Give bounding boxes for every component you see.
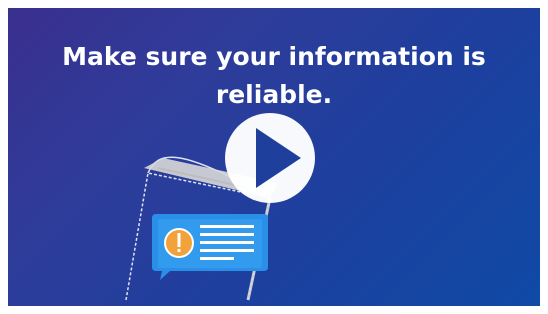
play-icon[interactable]: [225, 113, 315, 203]
video-illustration: [125, 113, 315, 301]
screenshot-frame: Make sure your information is reliable.: [0, 0, 548, 314]
info-icon: [164, 228, 194, 258]
video-thumbnail[interactable]: Make sure your information is reliable.: [8, 8, 540, 306]
message-bubble-icon: [152, 214, 268, 280]
